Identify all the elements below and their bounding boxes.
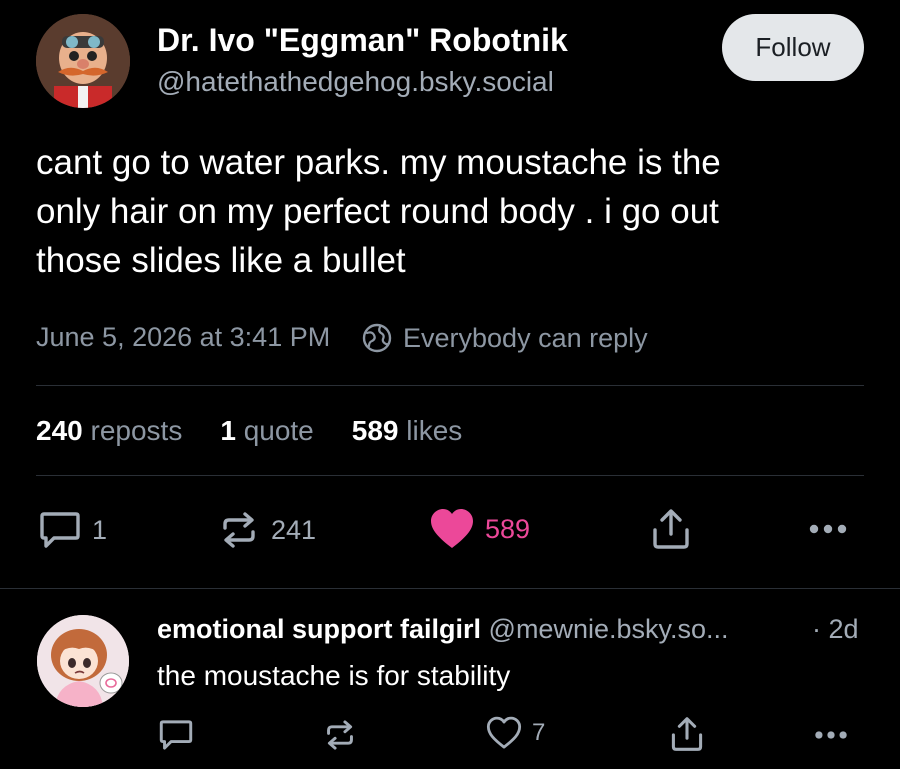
reply-more-button[interactable]: [812, 722, 850, 748]
repost-count: 241: [271, 514, 317, 545]
quotes-label: quote: [243, 415, 314, 446]
post-timestamp[interactable]: June 5, 2026 at 3:41 PM: [36, 322, 330, 353]
heart-outline-icon: [486, 716, 522, 750]
follow-button[interactable]: Follow: [722, 14, 864, 81]
reply-reply-button[interactable]: [158, 718, 194, 752]
heart-filled-icon: [429, 508, 475, 550]
post-text: cant go to water parks. my moustache is …: [36, 143, 721, 280]
reply-like-button[interactable]: 7: [486, 716, 545, 750]
post-stats: 240 reposts 1 quote 589 likes: [36, 415, 462, 447]
quotes-count: 1: [220, 415, 236, 446]
repost-arrows-icon: [217, 510, 261, 550]
reply-author-name[interactable]: emotional support failgirl: [157, 614, 481, 644]
reply-author-avatar-image: [37, 615, 129, 707]
globe-icon: [361, 322, 393, 354]
reply-timestamp[interactable]: · 2d: [812, 614, 859, 645]
likes-label: likes: [406, 415, 463, 446]
reply-button[interactable]: 1: [38, 510, 107, 550]
reply-repost-button[interactable]: [322, 718, 358, 752]
reposts-stat[interactable]: 240 reposts: [36, 415, 182, 447]
author-name[interactable]: Dr. Ivo "Eggman" Robotnik: [157, 22, 568, 59]
likes-stat[interactable]: 589 likes: [352, 415, 463, 447]
share-upload-icon: [670, 716, 704, 752]
likes-count: 589: [351, 415, 399, 446]
speech-bubble-icon: [158, 718, 194, 752]
repost-arrows-icon: [322, 718, 358, 752]
more-button[interactable]: [806, 514, 850, 544]
reply-like-count: 7: [532, 719, 546, 746]
like-count: 589: [485, 513, 531, 544]
like-button[interactable]: 589: [429, 508, 530, 550]
reposts-label: reposts: [90, 415, 183, 446]
reply-setting-label: Everybody can reply: [403, 322, 648, 353]
repost-button[interactable]: 241: [217, 510, 316, 550]
reply-share-button[interactable]: [670, 716, 704, 752]
reply-count: 1: [92, 514, 108, 545]
more-dots-icon: [806, 514, 850, 544]
reply-author-handle[interactable]: @mewnie.bsky.so...: [489, 614, 729, 644]
quotes-stat[interactable]: 1 quote: [220, 415, 313, 447]
reply-author-avatar[interactable]: [37, 615, 129, 707]
reply-setting[interactable]: Everybody can reply: [361, 322, 648, 354]
author-handle[interactable]: @hatethathedgehog.bsky.social: [157, 66, 554, 98]
speech-bubble-icon: [38, 510, 82, 550]
divider: [36, 475, 864, 476]
reply-header: emotional support failgirl @mewnie.bsky.…: [157, 614, 729, 645]
share-upload-icon: [651, 508, 691, 550]
share-button[interactable]: [651, 508, 691, 550]
reply-text: the moustache is for stability: [157, 660, 511, 691]
divider: [0, 588, 900, 589]
author-avatar-image: [36, 14, 130, 108]
author-avatar[interactable]: [36, 14, 130, 108]
more-dots-icon: [812, 722, 850, 748]
divider: [36, 385, 864, 386]
reposts-count: 240: [36, 415, 83, 446]
